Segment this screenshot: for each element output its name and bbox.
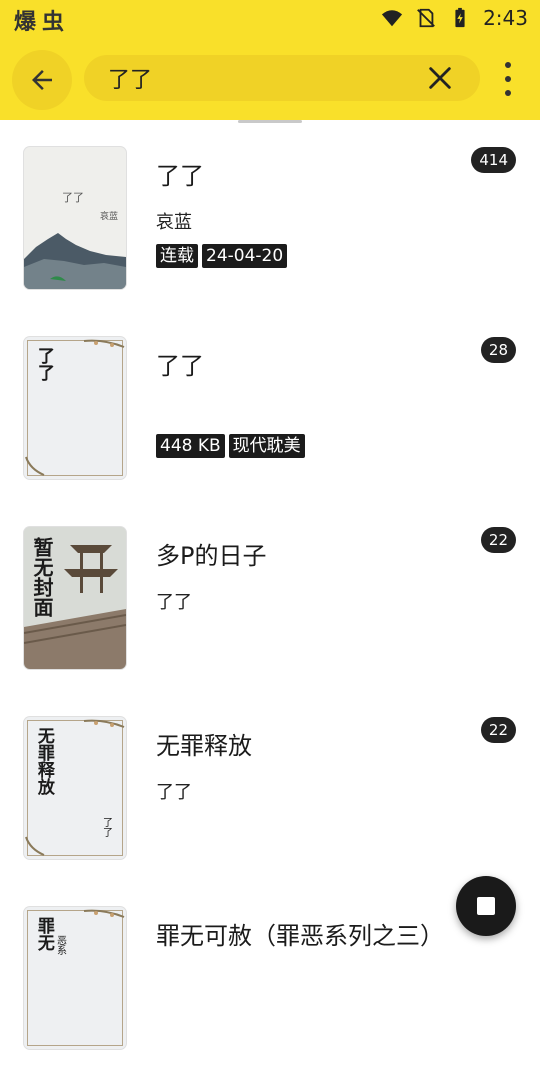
stop-icon <box>477 897 495 915</box>
book-cover: 了了 哀蓝 <box>24 147 126 289</box>
no-sim-icon <box>417 8 435 28</box>
book-cover: 无罪释放 了了 <box>24 717 126 859</box>
drag-indicator <box>238 120 302 123</box>
cover-author: 了了 <box>100 817 112 837</box>
book-title: 了了 <box>156 352 204 380</box>
book-tags: 448 KB 现代耽美 <box>156 434 305 458</box>
cover-vertical-title: 暂无封面 <box>30 537 54 617</box>
arrow-left-icon <box>32 70 52 90</box>
list-item[interactable]: 了了 了了 448 KB 现代耽美 28 <box>0 318 540 508</box>
cover-vertical-title: 了了 <box>33 347 54 381</box>
book-title: 了了 <box>156 162 204 190</box>
cover-subtitle: 恶系 <box>54 935 66 955</box>
book-title: 多P的日子 <box>156 542 267 570</box>
cover-title: 了了 <box>62 191 84 204</box>
cover-vertical-title: 罪无 <box>33 917 54 951</box>
book-author: 哀蓝 <box>156 212 192 233</box>
status-bar: 爆虫 2:43 <box>0 0 540 38</box>
wifi-icon <box>381 10 403 27</box>
book-tags: 连载 24-04-20 <box>156 244 288 268</box>
book-author: 了了 <box>156 592 192 613</box>
chapter-count-badge: 22 <box>480 717 516 743</box>
list-item[interactable]: 无罪释放 了了 无罪释放 了了 22 <box>0 698 540 888</box>
list-item[interactable]: 了了 哀蓝 了了 哀蓝 连载 24-04-20 414 <box>0 128 540 318</box>
clear-search-button[interactable] <box>426 64 454 92</box>
more-options-button[interactable] <box>496 62 520 96</box>
status-time: 2:43 <box>483 6 528 30</box>
more-vert-icon <box>505 62 511 68</box>
book-cover: 罪无 恶系 <box>24 907 126 1049</box>
book-cover: 暂无封面 <box>24 527 126 669</box>
book-title: 罪无可赦（罪恶系列之三） <box>156 922 444 950</box>
battery-charging-icon <box>455 7 465 28</box>
back-button[interactable] <box>12 50 72 110</box>
book-author: 了了 <box>156 782 192 803</box>
cover-vertical-title: 无罪释放 <box>33 727 54 795</box>
results-list: 了了 哀蓝 了了 哀蓝 连载 24-04-20 414 了了 了了 448 KB… <box>0 128 540 1078</box>
date-tag: 24-04-20 <box>202 244 288 268</box>
chapter-count-badge: 22 <box>480 527 516 553</box>
book-cover: 了了 <box>24 337 126 479</box>
top-bar: 爆虫 2:43 <box>0 0 540 120</box>
status-app-glyphs: 爆虫 <box>14 10 71 35</box>
book-title: 无罪释放 <box>156 732 252 760</box>
cover-author: 哀蓝 <box>100 212 119 222</box>
stop-fab-button[interactable] <box>456 876 516 936</box>
category-tag: 现代耽美 <box>228 434 305 458</box>
close-icon <box>429 67 451 89</box>
chapter-count-badge: 28 <box>480 337 516 363</box>
search-bar <box>84 55 480 101</box>
search-input[interactable] <box>108 63 408 93</box>
chapter-count-badge: 414 <box>471 147 516 173</box>
app-bar <box>0 38 540 120</box>
list-item[interactable]: 暂无封面 多P的日子 了了 22 <box>0 508 540 698</box>
size-tag: 448 KB <box>156 434 225 458</box>
status-tag: 连载 <box>156 244 198 268</box>
